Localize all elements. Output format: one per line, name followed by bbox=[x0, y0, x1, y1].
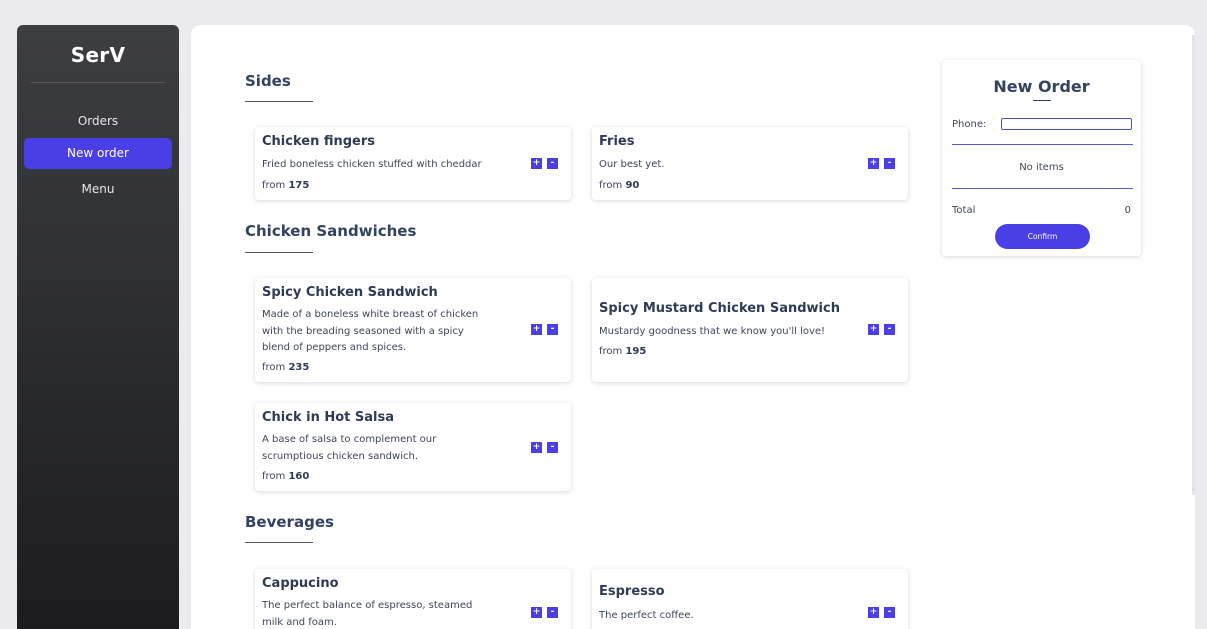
remove-item-button[interactable]: - bbox=[884, 158, 895, 169]
new-order-panel: New Order Phone: No items Total 0 Confir… bbox=[942, 60, 1141, 256]
section-divider bbox=[245, 252, 313, 253]
price-value: 90 bbox=[625, 180, 640, 191]
section-divider bbox=[245, 542, 313, 543]
total-label: Total bbox=[952, 205, 976, 216]
menu-item-name: Spicy Chicken Sandwich bbox=[262, 285, 438, 300]
remove-item-button[interactable]: - bbox=[547, 158, 558, 169]
menu-item-card: Cappucino The perfect balance of espress… bbox=[255, 569, 571, 629]
menu-item-card: Spicy Chicken Sandwich Made of a boneles… bbox=[255, 278, 571, 382]
remove-item-button[interactable]: - bbox=[884, 607, 895, 618]
menu-item-name: Espresso bbox=[599, 584, 665, 599]
add-item-button[interactable]: + bbox=[868, 607, 879, 618]
sidebar-item-menu[interactable]: Menu bbox=[24, 174, 172, 205]
add-item-button[interactable]: + bbox=[531, 607, 542, 618]
menu-item-price: from 90 bbox=[599, 180, 639, 191]
add-item-button[interactable]: + bbox=[531, 442, 542, 453]
menu-item-description: The perfect coffee. bbox=[599, 610, 694, 621]
total-value: 0 bbox=[1124, 205, 1131, 216]
price-prefix: from bbox=[262, 180, 286, 191]
scrollbar[interactable] bbox=[1192, 35, 1195, 495]
menu-item-card: Spicy Mustard Chicken Sandwich Mustardy … bbox=[592, 278, 908, 382]
add-item-button[interactable]: + bbox=[531, 324, 542, 335]
empty-order-text: No items bbox=[1019, 162, 1064, 173]
remove-item-button[interactable]: - bbox=[547, 324, 558, 335]
menu-item-name: Cappucino bbox=[262, 576, 339, 591]
section-title-beverages: Beverages bbox=[245, 513, 334, 531]
order-title-divider bbox=[1033, 100, 1051, 101]
menu-item-description: The perfect balance of espresso, steamed… bbox=[262, 600, 473, 628]
add-item-button[interactable]: + bbox=[531, 158, 542, 169]
order-divider bbox=[952, 144, 1133, 145]
sidebar-item-new-order[interactable]: New order bbox=[24, 138, 172, 169]
section-divider bbox=[245, 101, 313, 102]
menu-item-name: Chicken fingers bbox=[262, 134, 376, 149]
menu-item-price: from 175 bbox=[262, 180, 309, 191]
brand-logo: SerV bbox=[70, 43, 126, 67]
menu-item-price: from 160 bbox=[262, 471, 309, 482]
section-title-sides: Sides bbox=[245, 72, 291, 90]
price-value: 160 bbox=[288, 471, 310, 482]
remove-item-button[interactable]: - bbox=[884, 324, 895, 335]
menu-item-description: A base of salsa to complement our scrump… bbox=[262, 434, 437, 462]
section-title-chicken-sandwiches: Chicken Sandwiches bbox=[245, 222, 417, 240]
menu-item-description: Mustardy goodness that we know you'll lo… bbox=[599, 326, 826, 337]
menu-item-card: Espresso The perfect coffee. + - bbox=[592, 569, 908, 629]
phone-input[interactable] bbox=[1001, 118, 1132, 130]
price-prefix: from bbox=[262, 471, 286, 482]
sidebar: SerV Orders New order Menu bbox=[17, 25, 179, 629]
price-value: 235 bbox=[288, 362, 310, 373]
remove-item-button[interactable]: - bbox=[547, 607, 558, 618]
sidebar-divider bbox=[31, 82, 165, 83]
menu-item-description: Our best yet. bbox=[599, 159, 665, 170]
menu-item-name: Chick in Hot Salsa bbox=[262, 410, 395, 425]
price-value: 175 bbox=[288, 180, 310, 191]
price-prefix: from bbox=[262, 362, 286, 373]
price-prefix: from bbox=[599, 180, 623, 191]
price-prefix: from bbox=[599, 346, 623, 357]
menu-item-price: from 235 bbox=[262, 362, 309, 373]
menu-item-description: Made of a boneless white breast of chick… bbox=[262, 309, 479, 353]
order-divider bbox=[952, 188, 1133, 189]
add-item-button[interactable]: + bbox=[868, 324, 879, 335]
phone-label: Phone: bbox=[952, 119, 987, 130]
order-title: New Order bbox=[993, 77, 1090, 96]
sidebar-item-orders[interactable]: Orders bbox=[24, 106, 172, 137]
add-item-button[interactable]: + bbox=[868, 158, 879, 169]
menu-item-description: Fried boneless chicken stuffed with ched… bbox=[262, 159, 482, 170]
menu-item-card: Fries Our best yet. from 90 + - bbox=[592, 127, 908, 200]
menu-item-name: Spicy Mustard Chicken Sandwich bbox=[599, 301, 840, 316]
menu-item-price: from 195 bbox=[599, 346, 646, 357]
menu-item-name: Fries bbox=[599, 134, 635, 149]
price-value: 195 bbox=[625, 346, 647, 357]
confirm-button[interactable]: Confirm bbox=[995, 224, 1090, 249]
remove-item-button[interactable]: - bbox=[547, 442, 558, 453]
menu-item-card: Chicken fingers Fried boneless chicken s… bbox=[255, 127, 571, 200]
menu-item-card: Chick in Hot Salsa A base of salsa to co… bbox=[255, 403, 571, 491]
